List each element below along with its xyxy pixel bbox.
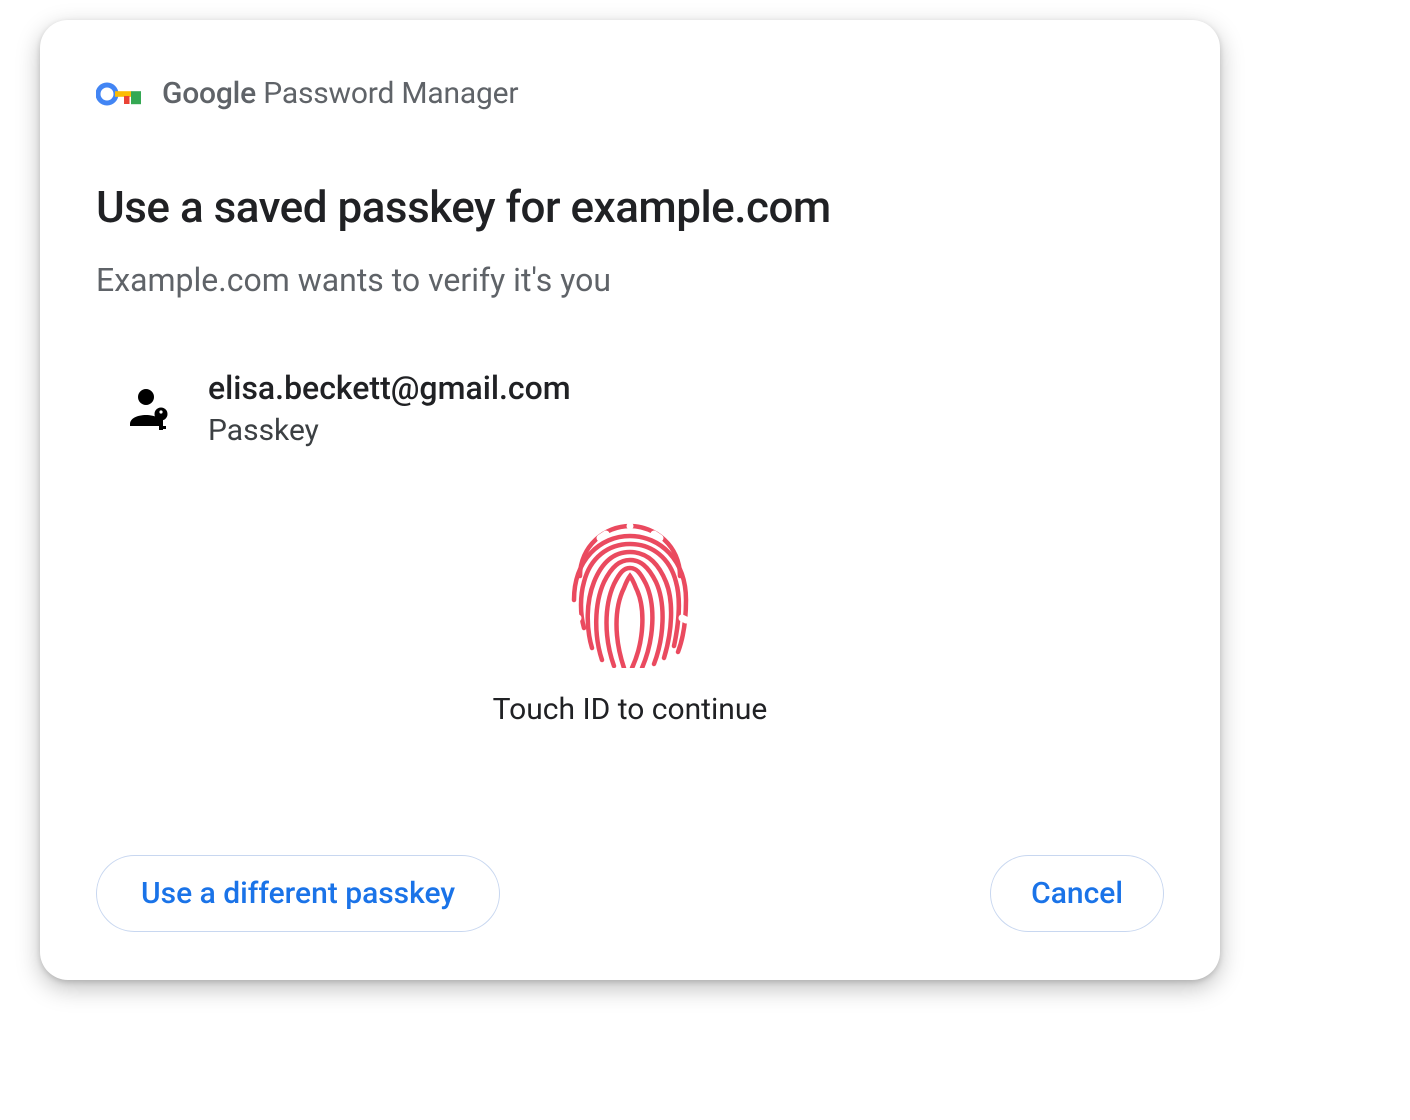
brand-label: Google Password Manager [162,76,518,111]
touch-id-area: Touch ID to continue [96,518,1164,727]
dialog-title: Use a saved passkey for example.com [96,181,1164,233]
passkey-dialog: Google Password Manager Use a saved pass… [40,20,1220,980]
brand-product: Password Manager [256,76,518,111]
account-email: elisa.beckett@gmail.com [208,369,571,407]
fingerprint-icon[interactable] [560,518,700,668]
dialog-subtitle: Example.com wants to verify it's you [96,261,1164,299]
brand-google: Google [162,76,256,111]
touch-id-label: Touch ID to continue [493,692,768,727]
dialog-header: Google Password Manager [96,76,1164,111]
person-passkey-icon [126,386,172,432]
cancel-button[interactable]: Cancel [990,855,1164,932]
account-text: elisa.beckett@gmail.com Passkey [208,369,571,448]
account-row: elisa.beckett@gmail.com Passkey [126,369,1164,448]
password-manager-key-icon [96,79,144,109]
button-row: Use a different passkey Cancel [96,855,1164,932]
account-type-label: Passkey [208,413,571,448]
use-different-passkey-button[interactable]: Use a different passkey [96,855,500,932]
